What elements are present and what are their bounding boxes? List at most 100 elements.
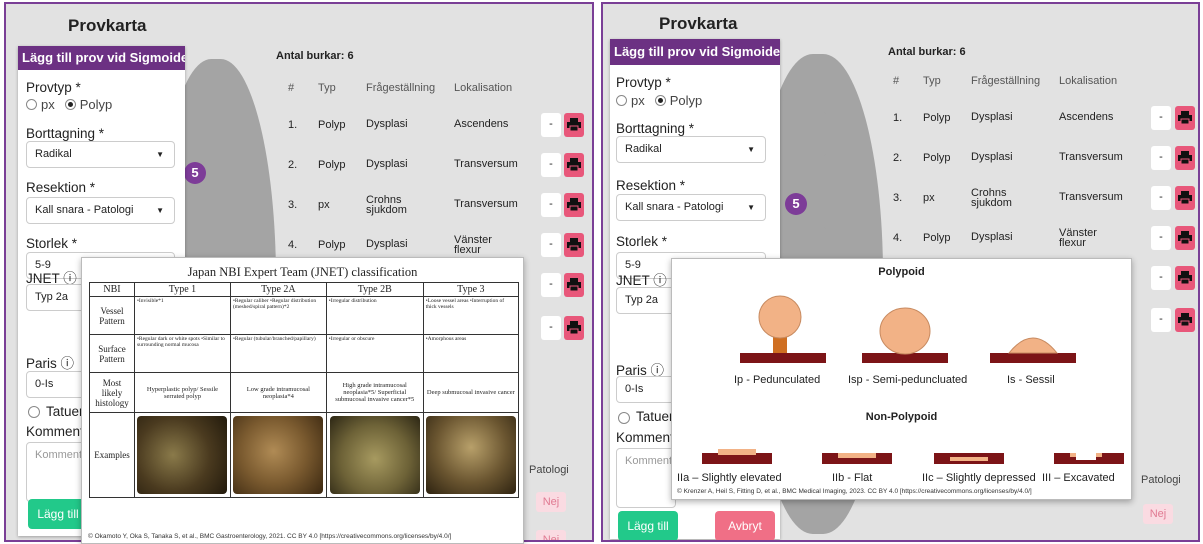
nej-button[interactable]: Nej [536,492,566,512]
col-header-fraga: Frågeställning [971,75,1041,87]
endoscopy-image [137,416,228,494]
row-typ: px [923,192,935,204]
info-icon[interactable]: ⓘ [653,273,667,288]
jnet-cell: Hyperplastic polyp/ Sessile serrated pol… [134,372,231,413]
row-lokalisation: Transversum [454,198,518,210]
row-number: 3. [893,192,903,204]
jnet-select[interactable]: Typ 2a [616,287,676,314]
remove-button[interactable]: - [1151,266,1171,290]
printer-icon [567,198,581,211]
print-button[interactable] [564,113,584,137]
borttagning-value: Radikal [625,143,662,155]
mucosa-base [740,353,826,363]
row-lokalisation: Transversum [1059,151,1123,163]
jnet-example [229,412,327,498]
resektion-select[interactable]: Kall snara - Patologi ▼ [616,194,766,221]
row-typ: Polyp [923,232,951,244]
print-button[interactable] [564,153,584,177]
storlek-label: Storlek * [26,236,78,251]
remove-button[interactable]: - [1151,106,1171,130]
printer-icon [567,118,581,131]
jnet-cell: •Invisible*1 [134,296,231,335]
tatuering-checkbox[interactable] [618,412,630,424]
jnet-example [422,412,520,498]
add-button[interactable]: Lägg till [618,511,678,540]
tatuering-checkbox[interactable] [28,406,40,418]
remove-button[interactable]: - [541,113,561,137]
sample-count: Antal burkar: 6 [276,50,354,62]
cancel-button[interactable]: Avbryt [715,511,775,540]
mucosa-base [990,353,1076,363]
jnet-col-header: NBI [89,282,135,297]
endoscopy-image [233,416,324,494]
provtyp-label: Provtyp * [26,80,81,95]
print-button[interactable] [1175,308,1195,332]
jnet-label: JNET ⓘ [616,269,667,289]
remove-button[interactable]: - [541,193,561,217]
printer-icon [567,158,581,171]
print-button[interactable] [1175,226,1195,250]
print-button[interactable] [564,233,584,257]
radio-px[interactable] [26,99,37,110]
print-button[interactable] [1175,106,1195,130]
radio-polyp[interactable] [654,95,666,106]
count-badge[interactable]: 5 [184,162,206,184]
jnet-table: NBI Type 1 Type 2A Type 2B Type 3 Vessel… [89,282,520,498]
col-header-num: # [288,82,295,94]
nej-button[interactable]: Nej [536,530,566,540]
row-fragestallning: Dysplasi [971,231,1013,243]
jnet-cell: •Irregular or obscure [325,334,424,373]
remove-button[interactable]: - [1151,226,1171,250]
printer-icon [1178,151,1192,164]
paris-label-isp: Isp - Semi-peduncluated [848,374,968,386]
row-lokalisation: Transversum [454,158,518,170]
jnet-cell: •Irregular distribution [325,296,424,335]
radio-px-label: px [631,93,645,108]
lesion-iia [718,449,756,455]
print-button[interactable] [564,316,584,340]
endoscopy-image [425,416,516,494]
printer-icon [1178,191,1192,204]
nej-button[interactable]: Nej [1143,504,1173,524]
print-button[interactable] [564,193,584,217]
paris-label-is: Is - Sessil [1007,374,1055,386]
add-button[interactable]: Lägg till [28,499,88,529]
remove-button[interactable]: - [541,153,561,177]
patologi-label: Patologi [529,464,569,476]
print-button[interactable] [1175,266,1195,290]
col-header-fraga: Frågeställning [366,82,436,94]
print-button[interactable] [1175,146,1195,170]
paris-select[interactable]: 0-Is [616,376,676,403]
info-icon[interactable]: ⓘ [61,356,75,371]
printer-icon [1178,313,1192,326]
remove-button[interactable]: - [1151,186,1171,210]
borttagning-label: Borttagning * [616,121,695,136]
row-fragestallning: Dysplasi [971,111,1013,123]
count-badge[interactable]: 5 [785,193,807,215]
row-number: 2. [288,159,298,171]
remove-button[interactable]: - [1151,308,1171,332]
remove-button[interactable]: - [541,233,561,257]
row-number: 3. [288,199,298,211]
resektion-select[interactable]: Kall snara - Patologi ▼ [26,197,175,224]
jnet-col-header: Type 3 [422,282,520,297]
remove-button[interactable]: - [541,273,561,297]
provtyp-radios: px Polyp [26,97,112,112]
kommentar-input[interactable]: Kommentar [616,448,682,508]
jnet-row: Vessel Pattern •Invisible*1 •Regular cal… [89,296,520,335]
remove-button[interactable]: - [541,316,561,340]
print-button[interactable] [1175,186,1195,210]
jnet-value: Typ 2a [35,291,69,303]
borttagning-select[interactable]: Radikal ▼ [616,136,766,163]
polypoid-title: Polypoid [878,266,925,278]
radio-polyp[interactable] [64,99,76,110]
borttagning-label: Borttagning * [26,126,105,141]
radio-px[interactable] [616,95,627,106]
polyp-ip [758,295,802,339]
remove-button[interactable]: - [1151,146,1171,170]
col-header-lok: Lokalisation [454,82,513,94]
printer-icon [1178,231,1192,244]
print-button[interactable] [564,273,584,297]
paris-label-iic: IIc – Slightly depressed [922,472,1036,484]
borttagning-select[interactable]: Radikal ▼ [26,141,175,168]
